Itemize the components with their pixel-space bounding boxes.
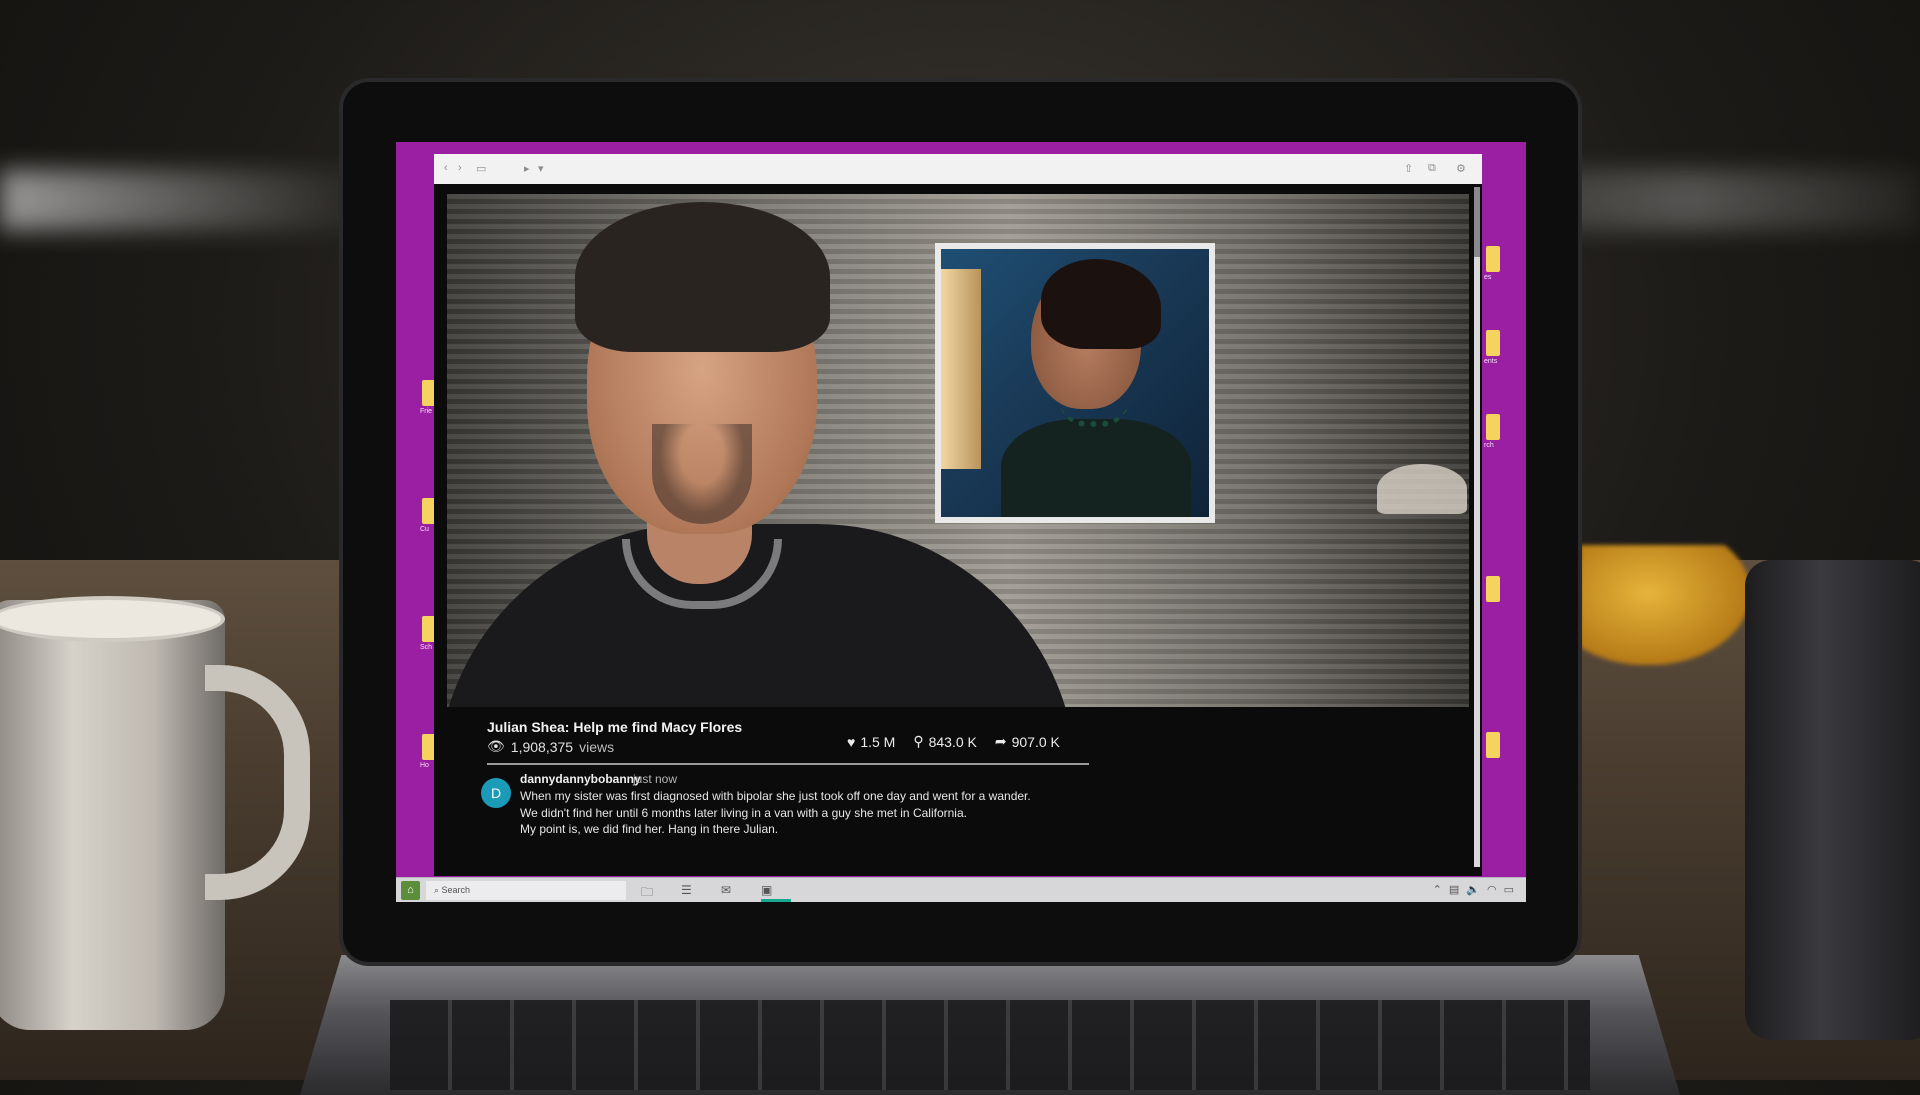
volume-icon[interactable]: 🔈: [1466, 883, 1480, 896]
dropdown-icon[interactable]: ▾: [538, 162, 544, 175]
heart-icon: ♥: [847, 733, 856, 750]
folder-icon[interactable]: 🗀: [641, 883, 653, 902]
view-count: 👁 1,908,375 views: [487, 738, 614, 755]
video-person-hair: [575, 202, 830, 352]
share-count: 907.0 K: [1011, 733, 1060, 750]
white-mug-rim: [0, 596, 225, 642]
search-label: Search: [441, 885, 471, 895]
settings-icon[interactable]: ⚙: [1456, 162, 1466, 175]
scrollbar[interactable]: [1474, 187, 1480, 867]
browser-toolbar: ‹ › ▭ ▸ ▾ ⇧ ⧉ ⚙: [434, 154, 1482, 185]
follow-button[interactable]: ⚲ 843.0 K: [913, 733, 977, 750]
desktop: Frie Cu Sch Ho es ents rch ‹ › ▭ ▸ ▾ ⇧ ⧉…: [396, 142, 1526, 899]
video-person-beard: [652, 424, 752, 524]
comment-time: just now: [633, 772, 678, 786]
avatar[interactable]: D: [481, 778, 511, 808]
follow-count: 843.0 K: [928, 733, 977, 750]
comment-line: We didn't find her until 6 months later …: [520, 805, 967, 820]
cursor-icon[interactable]: ▸: [524, 162, 530, 175]
chevron-up-icon[interactable]: ⌃: [1433, 883, 1442, 896]
wifi-icon[interactable]: ◠: [1487, 883, 1497, 896]
dark-mug: [1745, 560, 1920, 1040]
mail-icon[interactable]: ✉: [721, 883, 731, 897]
desktop-icon-label: ents: [1484, 358, 1498, 365]
search-icon: ⌕: [434, 885, 442, 895]
video-info: Julian Shea: Help me find Macy Flores 👁 …: [447, 707, 1469, 876]
taskbar: ⌂ ⌕ Search 🗀 ☰ ✉ ▣ ⌃ ▤ 🔈 ◠ ▭: [396, 877, 1526, 902]
desktop-folder-icon[interactable]: [1486, 576, 1500, 602]
list-icon[interactable]: ☰: [681, 883, 692, 897]
desktop-folder-icon[interactable]: [1486, 330, 1500, 356]
sidebar-icon[interactable]: ▭: [476, 162, 486, 175]
views-label: views: [579, 738, 615, 755]
scroll-thumb[interactable]: [1474, 187, 1480, 257]
home-button[interactable]: ⌂: [401, 881, 420, 900]
share-arrow-icon: ➦: [994, 733, 1007, 749]
desktop-icon-label: es: [1484, 274, 1492, 281]
video-lamp: [1377, 464, 1467, 514]
desktop-folder-icon[interactable]: [1486, 732, 1500, 758]
inset-photo-hair: [1041, 259, 1161, 349]
video-player[interactable]: [447, 194, 1469, 707]
share-button[interactable]: ➦ 907.0 K: [995, 733, 1060, 750]
share-icon[interactable]: ⇧: [1404, 162, 1413, 175]
like-button[interactable]: ♥ 1.5 M: [847, 733, 895, 750]
white-mug: [0, 600, 225, 1030]
fruit-bowl: [1580, 545, 1750, 665]
display-icon[interactable]: ▭: [1504, 883, 1514, 896]
inset-photo-dress: [1001, 419, 1191, 517]
desktop-icon-label: Cu: [420, 526, 429, 533]
desktop-icon-label: Sch: [420, 644, 433, 651]
like-count: 1.5 M: [860, 733, 896, 750]
tabs-icon[interactable]: ⧉: [1428, 162, 1436, 175]
comment-text: When my sister was first diagnosed with …: [520, 788, 1080, 838]
forward-icon[interactable]: ›: [458, 162, 462, 174]
network-icon[interactable]: ▤: [1449, 883, 1459, 896]
video-page: Julian Shea: Help me find Macy Flores 👁 …: [434, 184, 1482, 876]
video-stats: ♥ 1.5 M ⚲ 843.0 K ➦ 907.0 K: [847, 733, 1060, 750]
eye-icon: 👁: [487, 738, 505, 754]
laptop-screen: Frie Cu Sch Ho es ents rch ‹ › ▭ ▸ ▾ ⇧ ⧉…: [396, 142, 1526, 902]
system-tray: ⌃ ▤ 🔈 ◠ ▭: [1433, 883, 1514, 896]
inset-photo: [935, 243, 1215, 523]
views-number: 1,908,375: [510, 738, 574, 755]
video-title: Julian Shea: Help me find Macy Flores: [487, 719, 743, 735]
desktop-icon-label: rch: [1484, 442, 1494, 449]
comment-line: My point is, we did find her. Hang in th…: [520, 822, 779, 836]
desktop-icon-label: Ho: [420, 762, 429, 769]
desktop-folder-icon[interactable]: [1486, 246, 1500, 272]
laptop-keyboard: [390, 1000, 1590, 1090]
calendar-icon[interactable]: ▣: [761, 883, 772, 897]
desktop-folder-icon[interactable]: [1486, 414, 1500, 440]
active-app-indicator: [761, 899, 791, 902]
back-icon[interactable]: ‹: [444, 162, 448, 174]
browser-window: ‹ › ▭ ▸ ▾ ⇧ ⧉ ⚙ Julian Shea: Help me fin…: [434, 154, 1482, 876]
follow-icon: ⚲: [913, 733, 924, 749]
comment-line: When my sister was first diagnosed with …: [520, 789, 1031, 803]
desktop-icon-label: Frie: [420, 408, 433, 415]
divider: [487, 763, 1089, 765]
search-box[interactable]: ⌕ Search: [426, 881, 626, 900]
comment-username[interactable]: dannydannybobanny: [520, 772, 641, 786]
inset-photo-light: [941, 269, 981, 469]
